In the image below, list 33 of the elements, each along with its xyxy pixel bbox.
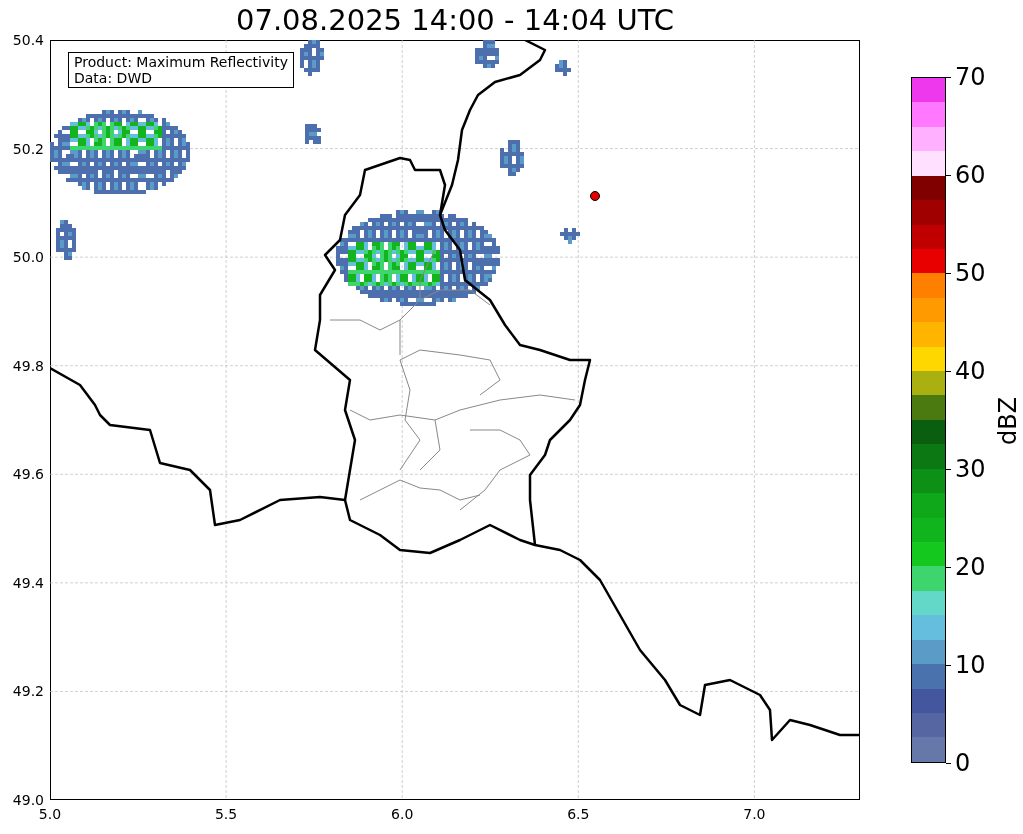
y-axis-tick-label: 49.8 <box>12 357 44 374</box>
colorbar-tick-label: 10 <box>955 652 986 678</box>
colorbar-tick-label: 40 <box>955 358 986 384</box>
radar-echo-drawing <box>56 220 76 260</box>
radar-echo-drawing <box>555 60 571 76</box>
x-axis-tick-label: 5.0 <box>38 806 62 822</box>
colorbar-tick-label: 0 <box>955 750 971 776</box>
colorbar-tick-label: 50 <box>955 260 986 286</box>
colorbar-tick-label: 30 <box>955 456 986 482</box>
y-axis-tick-label: 50.4 <box>12 32 44 48</box>
location-marker <box>590 191 600 201</box>
x-axis-tick-label: 6.5 <box>567 806 590 822</box>
colorbar-tick-label: 20 <box>955 554 986 580</box>
y-axis-tick-label: 49.2 <box>12 683 44 700</box>
y-axis-tick-label: 49.0 <box>12 792 44 808</box>
colorbar-tick-label: 60 <box>955 162 986 188</box>
radar-echo-drawing <box>500 140 524 176</box>
y-axis-tick-label: 49.4 <box>12 574 44 591</box>
y-axis-tick-label: 50.0 <box>12 249 44 266</box>
info-text: Product: Maximum Reflectivity <box>74 54 288 70</box>
radar-echo-drawing <box>475 40 499 68</box>
y-axis-tick-label: 49.6 <box>12 466 44 483</box>
x-axis-tick-label: 6.0 <box>391 806 414 822</box>
chart-title: 07.08.2025 14:00 - 14:04 UTC <box>235 2 675 38</box>
radar-echo-drawing <box>560 228 580 244</box>
x-axis-tick-label: 5.5 <box>214 806 238 822</box>
radar-echo-drawing <box>305 124 321 144</box>
info-text: Data: DWD <box>74 70 153 86</box>
radar-echo-drawing <box>300 40 324 76</box>
y-axis-tick-label: 50.2 <box>12 140 44 157</box>
colorbar-tick-label: 70 <box>955 64 986 90</box>
x-axis-tick-label: 7.0 <box>743 806 766 822</box>
colorbar-label: dBZ <box>995 396 1022 446</box>
